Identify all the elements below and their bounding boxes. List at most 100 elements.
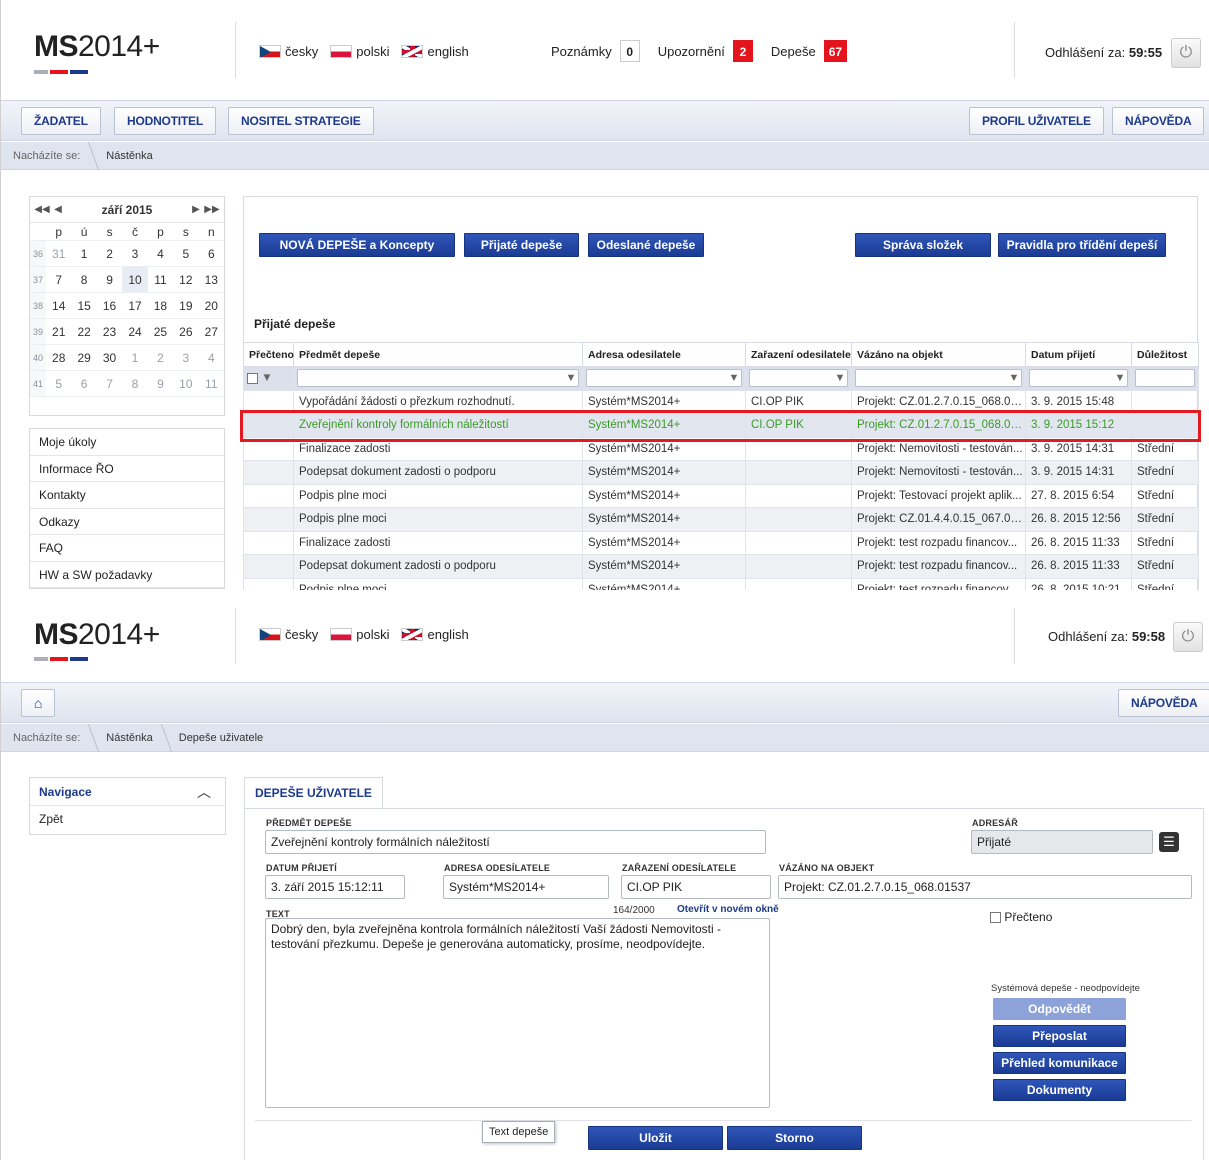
table-row[interactable]: Finalizace zadosti Systém*MS2014+ Projekt:… [243, 530, 1199, 555]
calendar-day[interactable]: 4 [147, 241, 174, 267]
next-year-icon[interactable]: ▶▶ [204, 204, 220, 215]
breadcrumb-dashboard[interactable]: Nástěnka [94, 150, 166, 162]
calendar-day[interactable]: 13 [198, 267, 224, 293]
calendar-day[interactable]: 25 [147, 319, 174, 345]
cancel-button[interactable]: Storno [727, 1126, 862, 1150]
navigation-header[interactable]: Navigace ︿ [30, 778, 225, 806]
calendar-day[interactable]: 10 [122, 267, 148, 293]
checkbox-icon[interactable] [990, 912, 1001, 924]
calendar-day[interactable]: 10 [173, 371, 199, 397]
filter-icon[interactable]: ▼ [261, 372, 272, 384]
date-field[interactable]: 3. září 2015 15:12:11 [265, 875, 405, 899]
column-header[interactable]: Zařazení odesilatele [745, 342, 852, 367]
calendar-day[interactable]: 9 [96, 267, 123, 293]
notes-count[interactable]: 0 [619, 40, 640, 62]
column-header[interactable]: Datum přijetí [1025, 342, 1132, 367]
calendar-day[interactable]: 11 [198, 371, 224, 397]
calendar-day[interactable]: 21 [46, 319, 72, 345]
object-field[interactable]: Projekt: CZ.01.2.7.0.15_068.01537 [778, 875, 1192, 899]
new-message-button[interactable]: NOVÁ DEPEŠE a Koncepty [259, 233, 455, 257]
reply-button[interactable]: Odpovědět [993, 998, 1126, 1020]
sender-field[interactable]: Systém*MS2014+ [443, 875, 609, 899]
folder-field[interactable]: Přijaté [971, 830, 1153, 854]
open-new-window-link[interactable]: Otevřít v novém okně [677, 904, 779, 915]
calendar-day[interactable]: 16 [96, 293, 123, 319]
calendar-day[interactable]: 7 [96, 371, 123, 397]
calendar-day[interactable]: 27 [198, 319, 224, 345]
menu-links[interactable]: Odkazy [30, 509, 224, 535]
nav-strategy-holder[interactable]: NOSITEL STRATEGIE [228, 107, 374, 135]
menu-hw-sw[interactable]: HW a SW požadavky [30, 562, 224, 588]
table-row[interactable]: Podepsat dokument zadosti o podporu Systé… [243, 460, 1199, 485]
power-icon[interactable]: ⏻ [1173, 622, 1203, 652]
calendar-day[interactable]: 17 [122, 293, 148, 319]
table-row[interactable]: Podpis plne moci Systém*MS2014+ Projekt: T… [243, 483, 1199, 508]
save-button[interactable]: Uložit [588, 1126, 723, 1150]
folders-button[interactable]: Správa složek [855, 233, 991, 257]
sender-class-field[interactable]: CI.OP PIK [621, 875, 771, 899]
calendar-day[interactable]: 20 [198, 293, 224, 319]
home-icon[interactable]: ⌂ [21, 689, 55, 717]
sent-button[interactable]: Odeslané depeše [588, 233, 704, 257]
nav-back[interactable]: Zpět [30, 806, 225, 834]
calendar-day[interactable]: 31 [46, 241, 72, 267]
filter-input[interactable]: ▼ [297, 369, 579, 388]
list-icon[interactable]: ☰ [1159, 832, 1179, 852]
calendar-day[interactable]: 15 [71, 293, 97, 319]
column-header[interactable]: Přečteno [243, 342, 294, 367]
forward-button[interactable]: Přeposlat [993, 1025, 1126, 1047]
calendar-day[interactable]: 8 [71, 267, 97, 293]
breadcrumb-dashboard[interactable]: Nástěnka [94, 732, 166, 744]
calendar-day[interactable]: 18 [147, 293, 174, 319]
filter-input[interactable] [1135, 369, 1195, 388]
menu-contacts[interactable]: Kontakty [30, 482, 224, 509]
calendar-day[interactable]: 22 [71, 319, 97, 345]
chevron-up-icon[interactable]: ︿ [197, 778, 211, 806]
nav-help[interactable]: NÁPOVĚDA [1118, 689, 1209, 717]
menu-faq[interactable]: FAQ [30, 535, 224, 562]
filter-input[interactable]: ▼ [749, 369, 848, 388]
calendar-day[interactable]: 6 [198, 241, 224, 267]
calendar-day[interactable]: 5 [173, 241, 199, 267]
calendar-day[interactable]: 7 [46, 267, 72, 293]
read-checkbox[interactable]: Přečteno [990, 910, 1052, 924]
nav-applicant[interactable]: ŽADATEL [21, 107, 101, 135]
calendar-day[interactable]: 29 [71, 345, 97, 371]
nav-evaluator[interactable]: HODNOTITEL [114, 107, 216, 135]
lang-czech[interactable]: česky [259, 627, 318, 642]
messages-count[interactable]: 67 [823, 40, 848, 62]
calendar-day[interactable]: 12 [173, 267, 199, 293]
prev-year-icon[interactable]: ◀◀ [34, 204, 50, 215]
breadcrumb-user-messages[interactable]: Depeše uživatele [167, 732, 277, 744]
table-row[interactable]: Podpis plne moci Systém*MS2014+ Projekt: t… [243, 577, 1199, 590]
calendar-day[interactable]: 2 [147, 345, 174, 371]
subject-field[interactable]: Zveřejnění kontroly formálních náležitos… [265, 830, 766, 854]
next-month-icon[interactable]: ▶ [188, 204, 204, 215]
power-icon[interactable]: ⏻ [1171, 38, 1201, 68]
calendar-day[interactable]: 14 [46, 293, 72, 319]
menu-ro-info[interactable]: Informace ŘO [30, 456, 224, 482]
calendar-day[interactable]: 24 [122, 319, 148, 345]
prev-month-icon[interactable]: ◀ [50, 204, 66, 215]
filter-icon[interactable]: ▼ [1007, 370, 1021, 386]
alerts-count[interactable]: 2 [732, 40, 753, 62]
filter-input[interactable]: ▼ [586, 369, 742, 388]
nav-user-profile[interactable]: PROFIL UŽIVATELE [969, 107, 1104, 135]
received-button[interactable]: Přijaté depeše [464, 233, 579, 257]
calendar-day[interactable]: 3 [173, 345, 199, 371]
calendar-day[interactable]: 4 [198, 345, 224, 371]
menu-my-tasks[interactable]: Moje úkoly [30, 429, 224, 456]
filter-icon[interactable]: ▼ [1113, 370, 1127, 386]
column-header[interactable]: Vázáno na objekt [851, 342, 1026, 367]
column-header[interactable]: Předmět depeše [293, 342, 583, 367]
calendar-day[interactable]: 30 [96, 345, 123, 371]
calendar-day[interactable]: 3 [122, 241, 148, 267]
column-header[interactable]: Adresa odesilatele [582, 342, 746, 367]
sorting-rules-button[interactable]: Pravidla pro třídění depeší [998, 233, 1166, 257]
filter-icon[interactable]: ▼ [833, 370, 847, 386]
table-row[interactable]: Podepsat dokument zadosti o podporu Systé… [243, 554, 1199, 579]
filter-icon[interactable]: ▼ [564, 370, 578, 386]
calendar-day[interactable]: 8 [122, 371, 148, 397]
calendar-day[interactable]: 19 [173, 293, 199, 319]
calendar-day[interactable]: 6 [71, 371, 97, 397]
